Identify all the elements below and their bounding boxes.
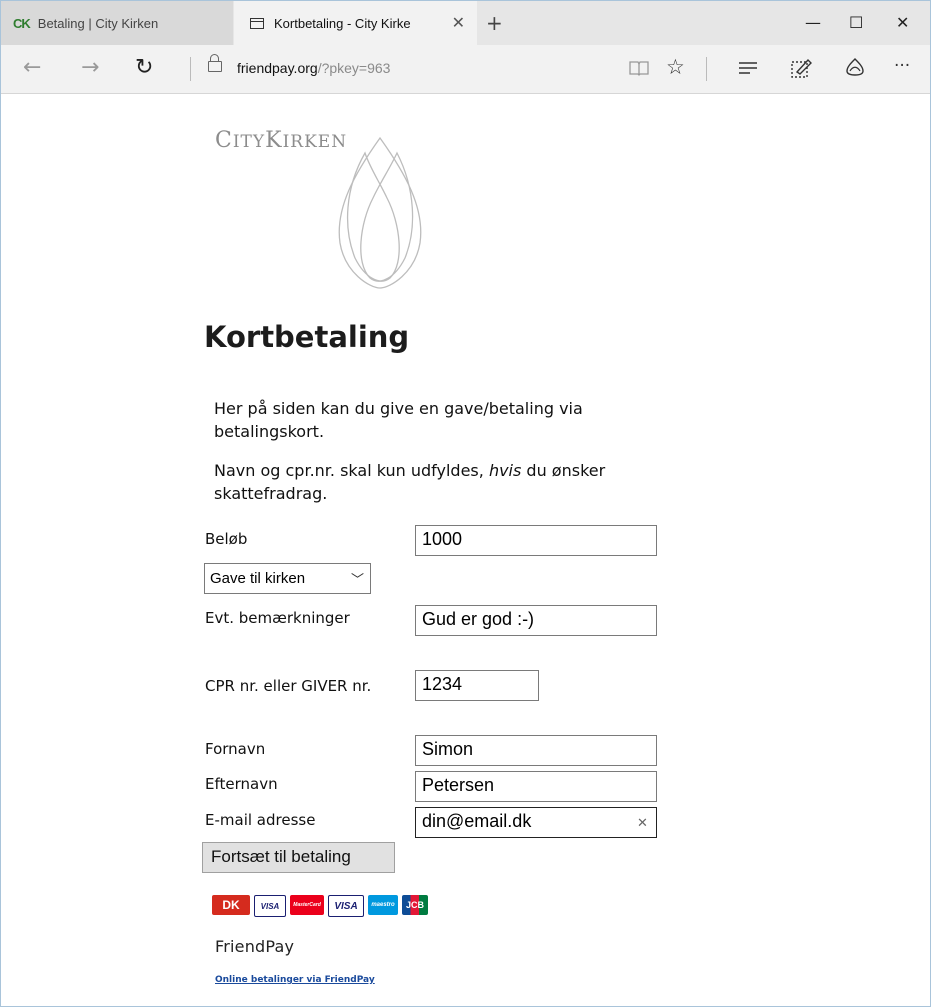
card-logos: DK VISA MasterCard VISA maestro JCB <box>212 895 428 917</box>
refresh-button[interactable]: ↻ <box>135 55 153 80</box>
url-query: /?pkey=963 <box>317 60 391 76</box>
tab-bar: CK Betaling | City Kirken Kortbetaling -… <box>1 1 930 45</box>
chevron-down-icon: ﹀ <box>350 572 364 587</box>
intro-text: Her på siden kan du give en gave/betalin… <box>214 399 583 441</box>
lock-icon[interactable] <box>208 54 222 72</box>
share-icon[interactable] <box>845 57 865 77</box>
remarks-label: Evt. bemærkninger <box>205 609 350 627</box>
firstname-label: Fornavn <box>205 740 266 758</box>
web-note-icon[interactable] <box>790 57 812 79</box>
note-emphasis: hvis <box>488 461 522 480</box>
flame-logo-icon <box>338 136 422 289</box>
mastercard-logo-icon: MasterCard <box>290 895 324 915</box>
visa-logo-icon: VISA <box>254 895 286 917</box>
page-icon <box>250 17 264 29</box>
page-content: CITYKIRKEN Kortbetaling Her på siden kan… <box>1 94 930 1006</box>
cpr-input[interactable]: 1234 <box>415 670 539 701</box>
purpose-select[interactable]: Gave til kirken ﹀ <box>204 563 371 594</box>
lastname-label: Efternavn <box>205 775 278 793</box>
url-field[interactable]: friendpay.org/?pkey=963 <box>237 60 390 76</box>
friendpay-link[interactable]: Online betalinger via FriendPay <box>215 975 375 985</box>
tax-deduction-note: Navn og cpr.nr. skal kun udfyldes, hvis … <box>214 459 654 505</box>
close-tab-icon[interactable]: ✕ <box>452 13 465 33</box>
back-button[interactable]: ← <box>23 55 41 80</box>
tab-title: Betaling | City Kirken <box>37 15 159 31</box>
forward-button[interactable]: → <box>81 55 99 80</box>
divider <box>190 57 191 81</box>
lastname-input[interactable]: Petersen <box>415 771 657 802</box>
tab-kortbetaling[interactable]: Kortbetaling - City Kirke ✕ <box>234 1 477 45</box>
dankort-logo-icon: DK <box>212 895 250 915</box>
clear-input-icon[interactable]: ✕ <box>637 816 648 831</box>
firstname-input[interactable]: Simon <box>415 735 657 766</box>
tab-title: Kortbetaling - City Kirke <box>274 15 411 31</box>
minimize-button[interactable]: — <box>805 13 821 32</box>
note-text: Navn og cpr.nr. skal kun udfyldes, <box>214 461 489 480</box>
amount-label: Beløb <box>205 530 248 548</box>
visa-electron-logo-icon: VISA <box>328 895 364 917</box>
purpose-selected: Gave til kirken <box>210 570 306 587</box>
divider <box>706 57 707 81</box>
page-title: Kortbetaling <box>204 320 410 354</box>
reading-view-icon[interactable] <box>629 60 649 76</box>
more-icon[interactable]: ··· <box>894 56 910 76</box>
new-tab-button[interactable]: + <box>486 11 503 35</box>
favorite-star-icon[interactable]: ☆ <box>666 55 685 79</box>
maestro-logo-icon: maestro <box>368 895 398 915</box>
continue-to-payment-button[interactable]: Fortsæt til betaling <box>202 842 395 873</box>
close-window-button[interactable]: ✕ <box>896 13 909 32</box>
maximize-button[interactable]: ☐ <box>849 13 863 32</box>
amount-input[interactable]: 1000 <box>415 525 657 556</box>
address-bar-row: ← → ↻ friendpay.org/?pkey=963 ☆ ··· <box>1 45 930 94</box>
ck-logo-icon: CK <box>13 15 31 31</box>
url-host: friendpay.org <box>237 60 318 76</box>
hub-icon[interactable] <box>738 62 758 75</box>
cpr-label: CPR nr. eller GIVER nr. <box>205 677 372 695</box>
browser-window: CK Betaling | City Kirken Kortbetaling -… <box>0 0 931 1007</box>
citykirken-logo: CITYKIRKEN <box>215 128 435 308</box>
email-input[interactable]: din@email.dk <box>415 807 657 838</box>
email-label: E-mail adresse <box>205 811 316 829</box>
remarks-input[interactable]: Gud er god :-) <box>415 605 657 636</box>
tab-betaling[interactable]: CK Betaling | City Kirken <box>1 1 233 45</box>
jcb-logo-icon: JCB <box>402 895 428 915</box>
friendpay-logo: FriendPay <box>215 937 295 956</box>
